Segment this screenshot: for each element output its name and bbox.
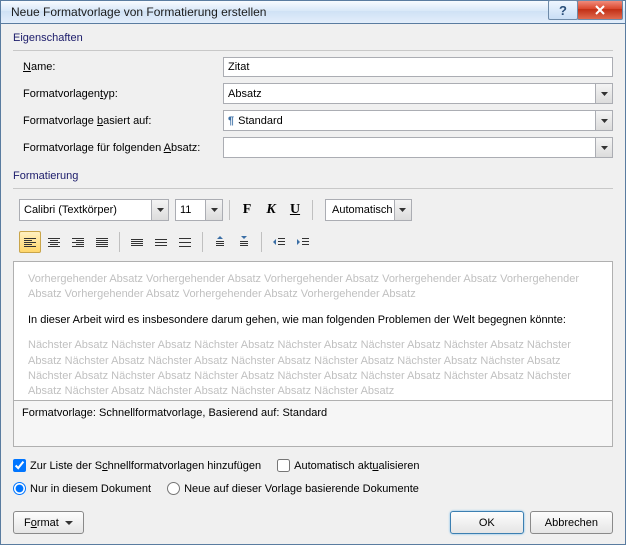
name-label: Name: (13, 61, 223, 73)
new-template-docs-radio[interactable]: Neue auf dieser Vorlage basierende Dokum… (167, 482, 419, 495)
font-size-combo[interactable]: 11 (175, 199, 223, 221)
type-combo[interactable]: Absatz (223, 83, 613, 104)
separator (312, 200, 313, 220)
next-paragraph-combo[interactable] (223, 137, 613, 158)
help-button[interactable]: ? (548, 0, 578, 20)
chevron-down-icon (595, 138, 612, 157)
ok-button[interactable]: OK (450, 511, 524, 534)
separator (119, 232, 120, 252)
close-button[interactable] (577, 0, 623, 20)
align-left-button[interactable] (19, 231, 41, 253)
font-color-combo[interactable]: Automatisch (325, 199, 412, 221)
indent-increase-button[interactable] (292, 231, 314, 253)
group-formatting-label: Formatierung (13, 170, 613, 182)
preview-before-text: Vorhergehender Absatz Vorhergehender Abs… (28, 272, 598, 303)
only-this-document-radio[interactable]: Nur in diesem Dokument (13, 482, 151, 495)
align-justify-button[interactable] (91, 231, 113, 253)
separator (202, 232, 203, 252)
line-spacing-2-button[interactable] (174, 231, 196, 253)
window-title: Neue Formatvorlage von Formatierung erst… (11, 5, 549, 19)
font-combo[interactable]: Calibri (Textkörper) (19, 199, 169, 221)
cancel-button[interactable]: Abbrechen (530, 511, 613, 534)
indent-decrease-button[interactable] (268, 231, 290, 253)
align-right-button[interactable] (67, 231, 89, 253)
chevron-down-icon (205, 200, 222, 220)
style-info-text: Formatvorlage: Schnellformatvorlage, Bas… (13, 401, 613, 447)
format-menu-button[interactable]: Format (13, 511, 84, 534)
align-center-button[interactable] (43, 231, 65, 253)
preview-after-text: Nächster Absatz Nächster Absatz Nächster… (28, 338, 598, 400)
auto-update-checkbox[interactable]: Automatisch aktualisieren (277, 459, 419, 472)
chevron-down-icon (394, 200, 411, 220)
based-on-label: Formatvorlage basiert auf: (13, 115, 223, 127)
chevron-down-icon (65, 521, 73, 525)
group-properties-label: Eigenschaften (13, 32, 613, 44)
titlebar: Neue Formatvorlage von Formatierung erst… (1, 1, 625, 24)
italic-button[interactable]: K (260, 199, 282, 221)
chevron-down-icon (151, 200, 168, 220)
space-before-increase-button[interactable] (209, 231, 231, 253)
separator (229, 200, 230, 220)
based-on-combo[interactable]: ¶Standard (223, 110, 613, 131)
name-input[interactable] (223, 57, 613, 77)
underline-button[interactable]: U (284, 199, 306, 221)
preview-pane: Vorhergehender Absatz Vorhergehender Abs… (13, 261, 613, 401)
line-spacing-15-button[interactable] (150, 231, 172, 253)
preview-sample-text: In dieser Arbeit wird es insbesondere da… (28, 313, 598, 328)
pilcrow-icon: ¶ (228, 115, 234, 127)
dialog-window: Neue Formatvorlage von Formatierung erst… (0, 0, 626, 545)
add-to-quick-checkbox[interactable]: Zur Liste der Schnellformatvorlagen hinz… (13, 459, 261, 472)
separator (261, 232, 262, 252)
next-paragraph-label: Formatvorlage für folgenden Absatz: (13, 142, 223, 154)
chevron-down-icon (595, 84, 612, 103)
space-before-decrease-button[interactable] (233, 231, 255, 253)
line-spacing-1-button[interactable] (126, 231, 148, 253)
bold-button[interactable]: F (236, 199, 258, 221)
chevron-down-icon (595, 111, 612, 130)
type-label: Formatvorlagentyp: (13, 88, 223, 100)
